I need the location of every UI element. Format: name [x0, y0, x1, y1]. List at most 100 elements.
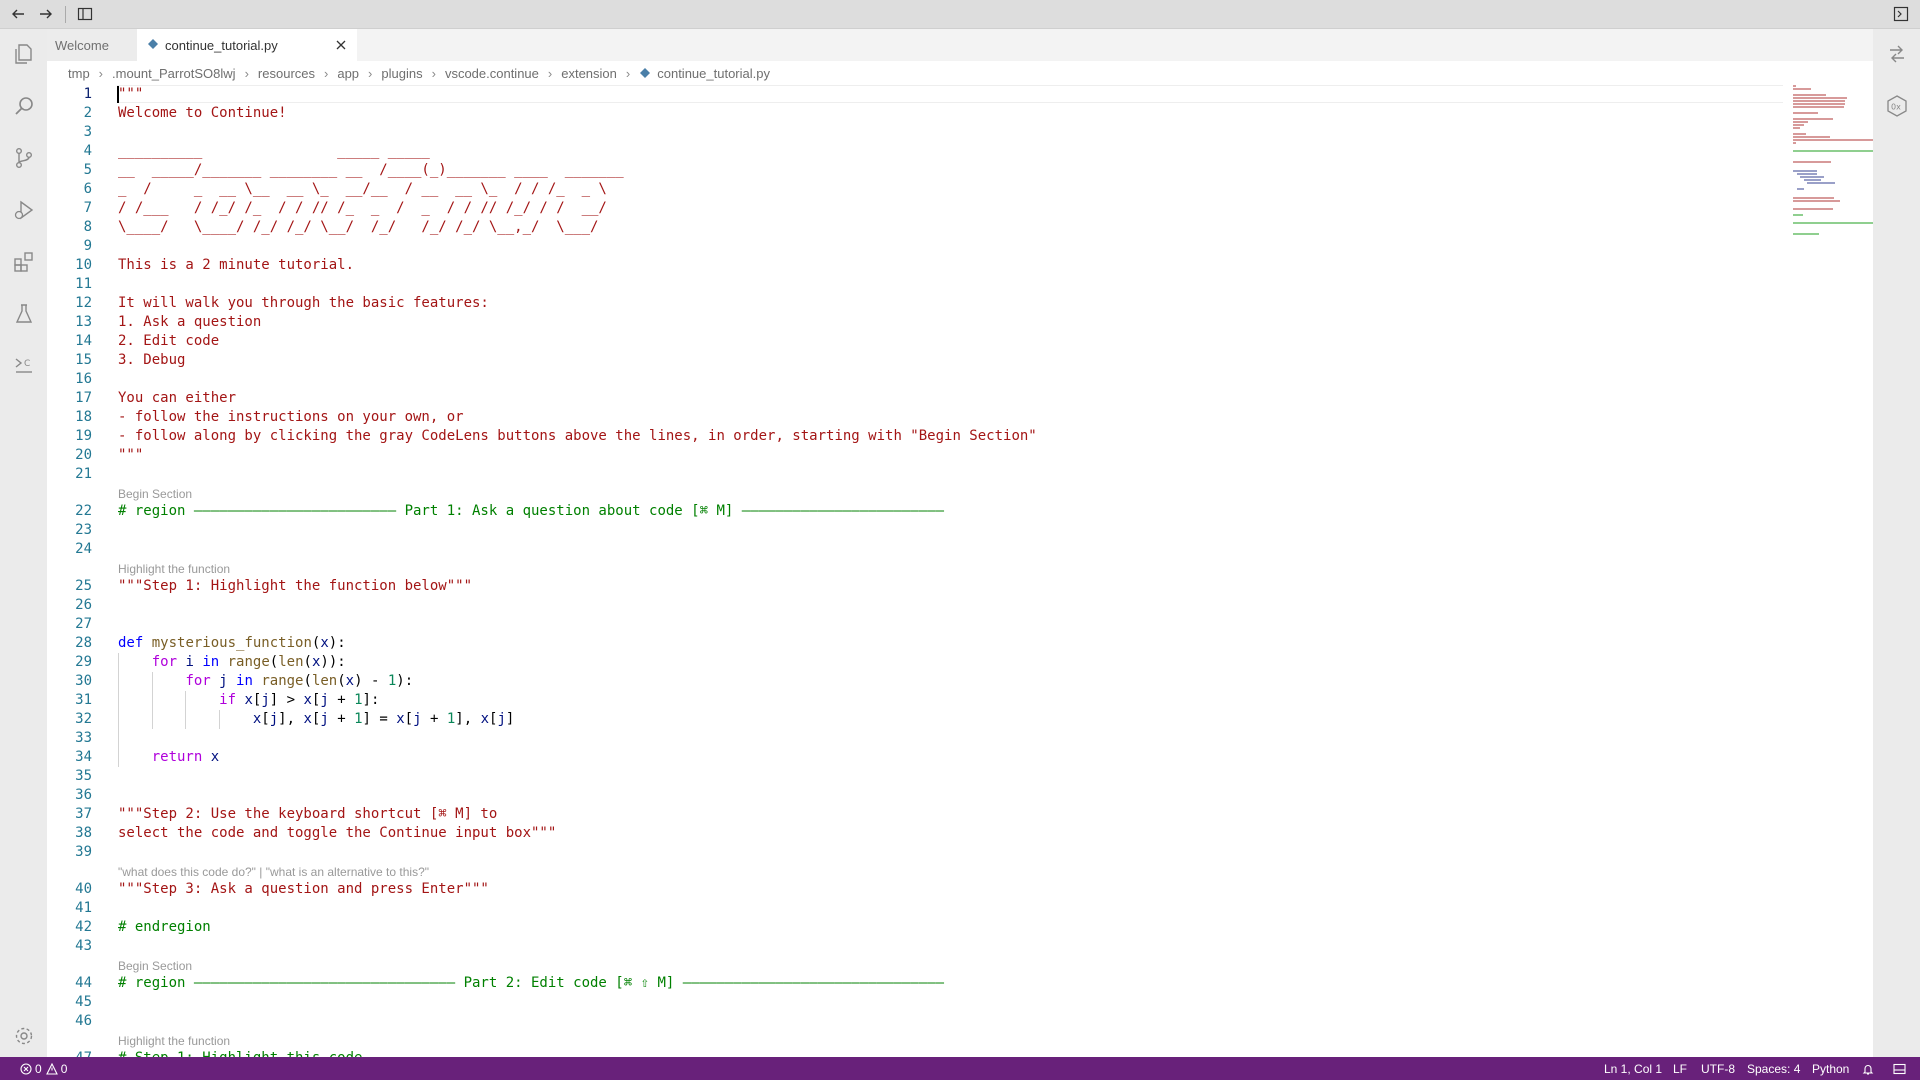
- code-line: 8 \____/ \____/ /_/ /_/ \__/ /_/ /_/ /_/ …: [47, 218, 1747, 237]
- code-line: 18 - follow the instructions on your own,…: [47, 408, 1747, 427]
- minimap-line: [1793, 94, 1827, 96]
- line-number: 47: [47, 1049, 92, 1057]
- breadcrumb-item[interactable]: plugins: [381, 66, 422, 81]
- code-text: - follow the instructions on your own, o…: [118, 409, 464, 425]
- code-line: 27: [47, 615, 1747, 634]
- explorer-icon[interactable]: [0, 32, 47, 76]
- minimap-line: [1793, 150, 1873, 152]
- extensions-icon[interactable]: [0, 240, 47, 284]
- minimap[interactable]: [1793, 85, 1873, 385]
- code-line: 42 # endregion: [47, 918, 1747, 937]
- toggle-sidebar-icon[interactable]: [74, 3, 96, 25]
- minimap-line: [1793, 118, 1833, 120]
- codelens-button[interactable]: Begin Section: [118, 486, 192, 502]
- code-line: 10 This is a 2 minute tutorial.: [47, 256, 1747, 275]
- testing-icon[interactable]: [0, 292, 47, 336]
- line-number: 30: [75, 673, 92, 689]
- minimap-line: [1793, 85, 1796, 87]
- minimap-line: [1796, 173, 1818, 175]
- error-count: 0: [35, 1061, 42, 1076]
- codelens-button[interactable]: Begin Section: [118, 958, 192, 974]
- line-number: 5: [83, 162, 92, 178]
- tab-continue-tutorial[interactable]: continue_tutorial.py: [137, 29, 357, 61]
- breadcrumb-item[interactable]: extension: [561, 66, 617, 81]
- cursor-position[interactable]: Ln 1, Col 1: [1604, 1057, 1662, 1080]
- code-line: 19 - follow along by clicking the gray Co…: [47, 427, 1747, 446]
- code-text: This is a 2 minute tutorial.: [118, 257, 355, 273]
- line-number: 11: [75, 276, 92, 292]
- code-line: 14 2. Edit code: [47, 332, 1747, 351]
- code-editor[interactable]: 1 """ 2 Welcome to Continue! 3 4 __________ __…: [47, 85, 1873, 1057]
- code-line: 11: [47, 275, 1747, 294]
- line-number: 22: [75, 503, 92, 519]
- code-text: return x: [151, 749, 220, 765]
- end-of-line[interactable]: LF: [1673, 1057, 1687, 1080]
- line-number: 42: [75, 919, 92, 935]
- language-mode[interactable]: Python: [1812, 1057, 1849, 1080]
- code-text: / /___ / /_/ /_ / / // /_ _ / _ / / // /…: [118, 200, 607, 216]
- code-line: 9: [47, 237, 1747, 256]
- line-number: 26: [75, 597, 92, 613]
- problems-indicator[interactable]: 0 0: [20, 1057, 67, 1080]
- code-line: 43: [47, 937, 1747, 956]
- minimap-line: [1793, 200, 1840, 202]
- toggle-panel-icon[interactable]: [1890, 3, 1912, 25]
- back-arrow-icon[interactable]: [7, 3, 29, 25]
- encoding[interactable]: UTF-8: [1701, 1057, 1735, 1080]
- title-separator: [65, 6, 66, 23]
- minimap-line: [1793, 208, 1833, 210]
- codelens-button[interactable]: Highlight the function: [118, 561, 230, 577]
- code-line: 3: [47, 123, 1747, 142]
- line-number: 15: [75, 352, 92, 368]
- source-control-icon[interactable]: [0, 136, 47, 180]
- line-number: 6: [83, 181, 92, 197]
- chevron-right-icon: ›: [324, 65, 329, 81]
- line-number: 4: [83, 143, 92, 159]
- hex-icon[interactable]: 0x: [1873, 86, 1920, 126]
- breadcrumb-item[interactable]: continue_tutorial.py: [657, 66, 770, 81]
- breadcrumb-item[interactable]: tmp: [68, 66, 90, 81]
- minimap-line: [1793, 121, 1809, 123]
- breadcrumb-item[interactable]: resources: [258, 66, 315, 81]
- continue-icon[interactable]: C: [0, 344, 47, 388]
- indentation[interactable]: Spaces: 4: [1747, 1057, 1800, 1080]
- search-icon[interactable]: [0, 84, 47, 128]
- line-number: 2: [83, 105, 92, 121]
- breadcrumb-item[interactable]: vscode.continue: [445, 66, 539, 81]
- notifications-bell-icon[interactable]: [1862, 1057, 1874, 1080]
- minimap-line: [1793, 142, 1796, 144]
- indent-guide: [219, 710, 220, 729]
- minimap-line: [1793, 197, 1834, 199]
- code-text: 3. Debug: [118, 352, 186, 368]
- line-number: 1: [83, 86, 92, 102]
- code-line: 24: [47, 540, 1747, 559]
- compare-icon[interactable]: [1873, 34, 1920, 74]
- minimap-line: [1793, 97, 1847, 99]
- line-number: 29: [75, 654, 92, 670]
- code-text: """: [118, 86, 144, 102]
- code-text: # endregion: [118, 919, 211, 935]
- tab-welcome[interactable]: Welcome: [47, 29, 137, 61]
- line-number: 21: [75, 466, 92, 482]
- line-number: 32: [75, 711, 92, 727]
- minimap-line: [1793, 88, 1811, 90]
- close-icon[interactable]: [333, 37, 349, 53]
- codelens-button[interactable]: "what does this code do?" | "what is an …: [118, 864, 429, 880]
- code-line: 2 Welcome to Continue!: [47, 104, 1747, 123]
- forward-arrow-icon[interactable]: [35, 3, 57, 25]
- run-debug-icon[interactable]: [0, 188, 47, 232]
- codelens-button[interactable]: Highlight the function: [118, 1033, 230, 1049]
- layout-icon[interactable]: [1893, 1057, 1906, 1080]
- code-line: 7 / /___ / /_/ /_ / / // /_ _ / _ / / // …: [47, 199, 1747, 218]
- code-line: 40 """Step 3: Ask a question and press En…: [47, 880, 1747, 899]
- settings-gear-icon[interactable]: [0, 1014, 47, 1058]
- line-number: 18: [75, 409, 92, 425]
- minimap-line: [1793, 139, 1873, 141]
- code-text: x[j], x[j + 1] = x[j + 1], x[j]: [252, 711, 515, 727]
- breadcrumb-item[interactable]: app: [337, 66, 359, 81]
- code-line: 5 __ _____/_______ ________ __ /____(_)__…: [47, 161, 1747, 180]
- breadcrumb-item[interactable]: .mount_ParrotSO8lwj: [112, 66, 236, 81]
- line-number: 16: [75, 371, 92, 387]
- code-text: _ / _ __ \__ __ \_ __/__ / __ __ \_ / / …: [118, 181, 607, 197]
- code-text: """Step 3: Ask a question and press Ente…: [118, 881, 489, 897]
